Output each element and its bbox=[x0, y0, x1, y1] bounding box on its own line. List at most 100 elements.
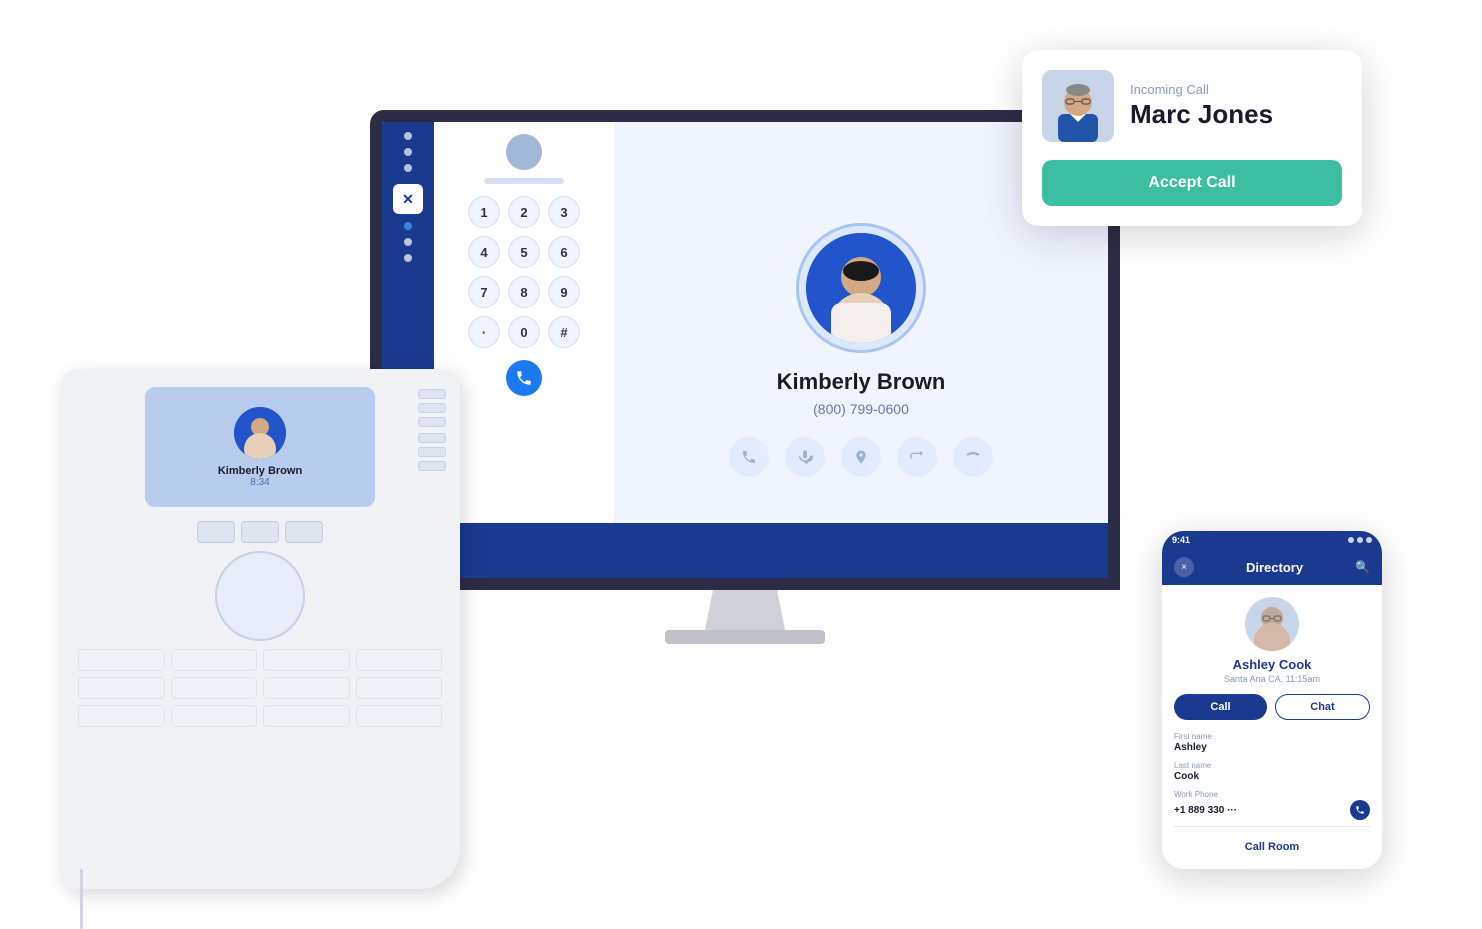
incoming-call-popup: Incoming Call Marc Jones Accept Call bbox=[1022, 50, 1362, 226]
sidebar-dot-1 bbox=[404, 132, 412, 140]
dialpad-panel: 1 2 3 4 5 6 7 8 9 · 0 # bbox=[434, 122, 614, 578]
dp-key-1[interactable]: 1 bbox=[468, 196, 500, 228]
incoming-call-text: Incoming Call Marc Jones bbox=[1130, 82, 1273, 130]
phone-key-11[interactable] bbox=[263, 705, 350, 727]
phone-key-8[interactable] bbox=[356, 677, 443, 699]
call-actions-bar bbox=[729, 437, 993, 477]
sidebar-dot-5 bbox=[404, 238, 412, 246]
incoming-call-header: Incoming Call Marc Jones bbox=[1042, 70, 1342, 142]
mobile-first-name-value: Ashley bbox=[1174, 742, 1370, 753]
dp-key-6[interactable]: 6 bbox=[548, 236, 580, 268]
phone-key-4[interactable] bbox=[356, 649, 443, 671]
monitor-base bbox=[665, 630, 825, 644]
phone-btn-2[interactable] bbox=[241, 521, 279, 543]
mobile-contact-avatar bbox=[1245, 597, 1299, 651]
action-btn-transfer[interactable] bbox=[897, 437, 937, 477]
signal-icon bbox=[1348, 537, 1354, 543]
action-btn-phone[interactable] bbox=[729, 437, 769, 477]
dp-key-5[interactable]: 5 bbox=[508, 236, 540, 268]
dp-key-8[interactable]: 8 bbox=[508, 276, 540, 308]
action-btn-mute[interactable] bbox=[785, 437, 825, 477]
contact-name-main: Kimberly Brown bbox=[777, 369, 946, 395]
phone-key-10[interactable] bbox=[171, 705, 258, 727]
phone-key-6[interactable] bbox=[171, 677, 258, 699]
mobile-first-name-label: First name bbox=[1174, 732, 1370, 741]
side-btn-3[interactable] bbox=[418, 417, 446, 427]
phone-key-12[interactable] bbox=[356, 705, 443, 727]
action-btn-end[interactable] bbox=[953, 437, 993, 477]
phone-key-3[interactable] bbox=[263, 649, 350, 671]
side-btn-group-1 bbox=[418, 389, 446, 427]
phone-key-1[interactable] bbox=[78, 649, 165, 671]
mobile-header: × Directory 🔍 bbox=[1162, 549, 1382, 585]
phone-key-5[interactable] bbox=[78, 677, 165, 699]
phone-keypad bbox=[78, 649, 442, 727]
sidebar-dot-2 bbox=[404, 148, 412, 156]
monitor-shell: ✕ 1 2 3 4 5 6 7 bbox=[370, 110, 1120, 590]
mobile-work-phone-row: +1 889 330 ··· bbox=[1174, 800, 1370, 820]
monitor-screen: ✕ 1 2 3 4 5 6 7 bbox=[382, 122, 1108, 578]
sidebar-dot-4 bbox=[404, 222, 412, 230]
dp-key-4[interactable]: 4 bbox=[468, 236, 500, 268]
phone-screen-avatar bbox=[234, 407, 286, 459]
contact-avatar-svg bbox=[806, 233, 916, 343]
mobile-phone-call-icon[interactable] bbox=[1350, 800, 1370, 820]
side-btn-group-2 bbox=[418, 433, 446, 471]
phone-screen-avatar-svg bbox=[234, 407, 286, 459]
contact-avatar-ring bbox=[796, 223, 926, 353]
dp-key-2[interactable]: 2 bbox=[508, 196, 540, 228]
mobile-contact-name: Ashley Cook bbox=[1174, 657, 1370, 672]
deskphone: Kimberly Brown 8:34 bbox=[60, 369, 460, 889]
mobile-directory-card: 9:41 × Directory 🔍 Ashley Cook Santa bbox=[1162, 531, 1382, 869]
phone-btn-1[interactable] bbox=[197, 521, 235, 543]
sidebar-dot-3 bbox=[404, 164, 412, 172]
contact-avatar-inner bbox=[806, 233, 916, 343]
side-btn-4[interactable] bbox=[418, 433, 446, 443]
action-btn-hold[interactable] bbox=[841, 437, 881, 477]
phone-nav-ring[interactable] bbox=[215, 551, 305, 641]
mobile-status-icons bbox=[1348, 537, 1372, 543]
dp-key-0[interactable]: 0 bbox=[508, 316, 540, 348]
dp-key-7[interactable]: 7 bbox=[468, 276, 500, 308]
phone-key-7[interactable] bbox=[263, 677, 350, 699]
dp-key-3[interactable]: 3 bbox=[548, 196, 580, 228]
dp-call-button[interactable] bbox=[506, 360, 542, 396]
side-btn-5[interactable] bbox=[418, 447, 446, 457]
side-btn-2[interactable] bbox=[418, 403, 446, 413]
phone-screen-name: Kimberly Brown bbox=[218, 465, 302, 477]
x-logo: ✕ bbox=[393, 184, 423, 214]
caller-photo bbox=[1042, 70, 1114, 142]
mobile-avatar-svg bbox=[1245, 597, 1299, 651]
incoming-label: Incoming Call bbox=[1130, 82, 1273, 97]
mobile-close-button[interactable]: × bbox=[1174, 557, 1194, 577]
mobile-work-phone-label: Work Phone bbox=[1174, 790, 1370, 799]
call-room-link[interactable]: Call Room bbox=[1174, 833, 1370, 857]
deskphone-body: Kimberly Brown 8:34 bbox=[60, 369, 460, 889]
phone-buttons-area bbox=[78, 521, 442, 543]
monitor-stand bbox=[705, 590, 785, 630]
mobile-status-bar: 9:41 bbox=[1162, 531, 1382, 549]
mobile-last-name-value: Cook bbox=[1174, 771, 1370, 782]
wifi-icon bbox=[1357, 537, 1363, 543]
phone-screen: Kimberly Brown 8:34 bbox=[145, 387, 375, 507]
side-btn-6[interactable] bbox=[418, 461, 446, 471]
desktop-monitor: ✕ 1 2 3 4 5 6 7 bbox=[370, 110, 1120, 630]
mobile-call-button[interactable]: Call bbox=[1174, 694, 1267, 720]
mobile-search-icon[interactable]: 🔍 bbox=[1355, 560, 1370, 574]
phone-btn-3[interactable] bbox=[285, 521, 323, 543]
mobile-chat-button[interactable]: Chat bbox=[1275, 694, 1370, 720]
accept-call-button[interactable]: Accept Call bbox=[1042, 160, 1342, 206]
side-btn-1[interactable] bbox=[418, 389, 446, 399]
dp-key-9[interactable]: 9 bbox=[548, 276, 580, 308]
phone-key-9[interactable] bbox=[78, 705, 165, 727]
dp-key-dot[interactable]: · bbox=[468, 316, 500, 348]
battery-icon bbox=[1366, 537, 1372, 543]
dialpad-grid: 1 2 3 4 5 6 7 8 9 · 0 # bbox=[468, 196, 580, 348]
mobile-status-time: 9:41 bbox=[1172, 535, 1190, 545]
phone-cable bbox=[80, 869, 83, 929]
phone-screen-time: 8:34 bbox=[250, 477, 269, 488]
dp-line bbox=[484, 178, 564, 184]
dp-key-hash[interactable]: # bbox=[548, 316, 580, 348]
mobile-work-phone-value: +1 889 330 ··· bbox=[1174, 805, 1237, 816]
phone-key-2[interactable] bbox=[171, 649, 258, 671]
